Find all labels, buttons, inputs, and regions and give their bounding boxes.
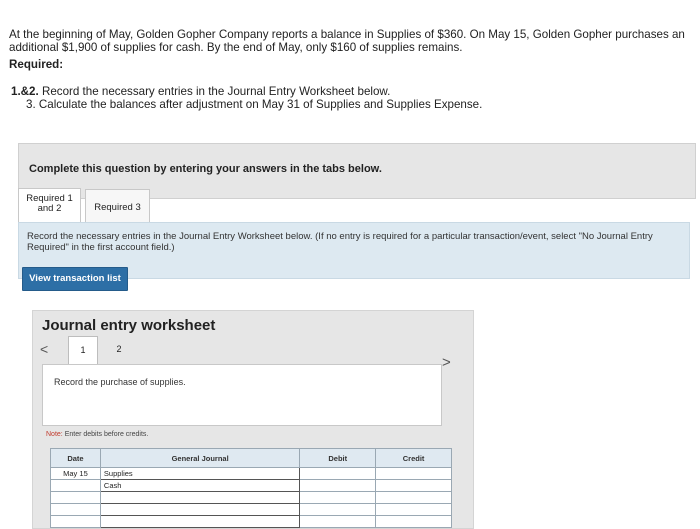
header-general-journal: General Journal (99, 448, 301, 468)
debit-cell[interactable] (299, 515, 377, 528)
journal-table-header: Date General Journal Debit Credit (50, 448, 452, 468)
worksheet-page-2[interactable]: 2 (104, 336, 134, 366)
credit-cell[interactable] (375, 515, 452, 528)
credit-cell[interactable] (375, 503, 452, 516)
table-row (50, 503, 452, 516)
account-cell[interactable]: Cash (99, 479, 301, 492)
worksheet-page-1[interactable]: 1 (68, 336, 98, 366)
required-heading: Required: (9, 58, 64, 71)
debit-cell[interactable] (299, 503, 377, 516)
date-cell[interactable] (50, 479, 101, 492)
requirement-1-2: 1.&2. Record the necessary entries in th… (11, 85, 390, 98)
debit-cell[interactable] (299, 467, 377, 480)
tab-required-1-and-2[interactable]: Required 1 and 2 (18, 188, 81, 223)
requirement-1-2-number: 1.&2. (11, 85, 39, 98)
date-cell[interactable] (50, 503, 101, 516)
next-arrow-icon[interactable]: > (442, 354, 451, 371)
note-text: Enter debits before credits. (64, 431, 149, 438)
transaction-description-box (42, 364, 442, 426)
date-cell[interactable] (50, 515, 101, 528)
worksheet-title: Journal entry worksheet (42, 317, 216, 334)
complete-question-text: Complete this question by entering your … (29, 163, 382, 175)
account-cell[interactable] (99, 515, 301, 528)
header-credit: Credit (375, 448, 452, 468)
tab-required-3[interactable]: Required 3 (85, 189, 150, 223)
table-row (50, 515, 452, 528)
note-label: Note: (46, 431, 63, 438)
previous-arrow-icon[interactable]: < (40, 341, 48, 357)
account-cell[interactable] (99, 503, 301, 516)
debit-cell[interactable] (299, 491, 377, 504)
header-debit: Debit (299, 448, 377, 468)
account-cell[interactable] (99, 491, 301, 504)
view-transaction-list-button[interactable]: View transaction list (22, 267, 128, 291)
instruction-text: Record the necessary entries in the Jour… (27, 231, 653, 253)
date-cell[interactable] (50, 491, 101, 504)
journal-table: Date General Journal Debit Credit May 15… (50, 448, 452, 528)
credit-cell[interactable] (375, 491, 452, 504)
requirement-1-2-text: Record the necessary entries in the Jour… (41, 85, 391, 98)
note: Note: Enter debits before credits. (46, 431, 148, 438)
credit-cell[interactable] (375, 479, 452, 492)
table-row: May 15 Supplies (50, 467, 452, 480)
tab-required-1-and-2-label: Required 1 and 2 (19, 194, 80, 214)
table-row: Cash (50, 479, 452, 492)
requirement-3: 3. Calculate the balances after adjustme… (26, 98, 483, 111)
header-date: Date (50, 448, 101, 468)
table-row (50, 491, 452, 504)
date-cell[interactable]: May 15 (50, 467, 101, 480)
tab-label-line2: and 2 (37, 203, 62, 214)
debit-cell[interactable] (299, 479, 377, 492)
transaction-description: Record the purchase of supplies. (54, 377, 186, 387)
credit-cell[interactable] (375, 467, 452, 480)
problem-statement: At the beginning of May, Golden Gopher C… (9, 28, 685, 54)
tab-required-3-label: Required 3 (94, 202, 141, 213)
account-cell[interactable]: Supplies (99, 467, 301, 480)
